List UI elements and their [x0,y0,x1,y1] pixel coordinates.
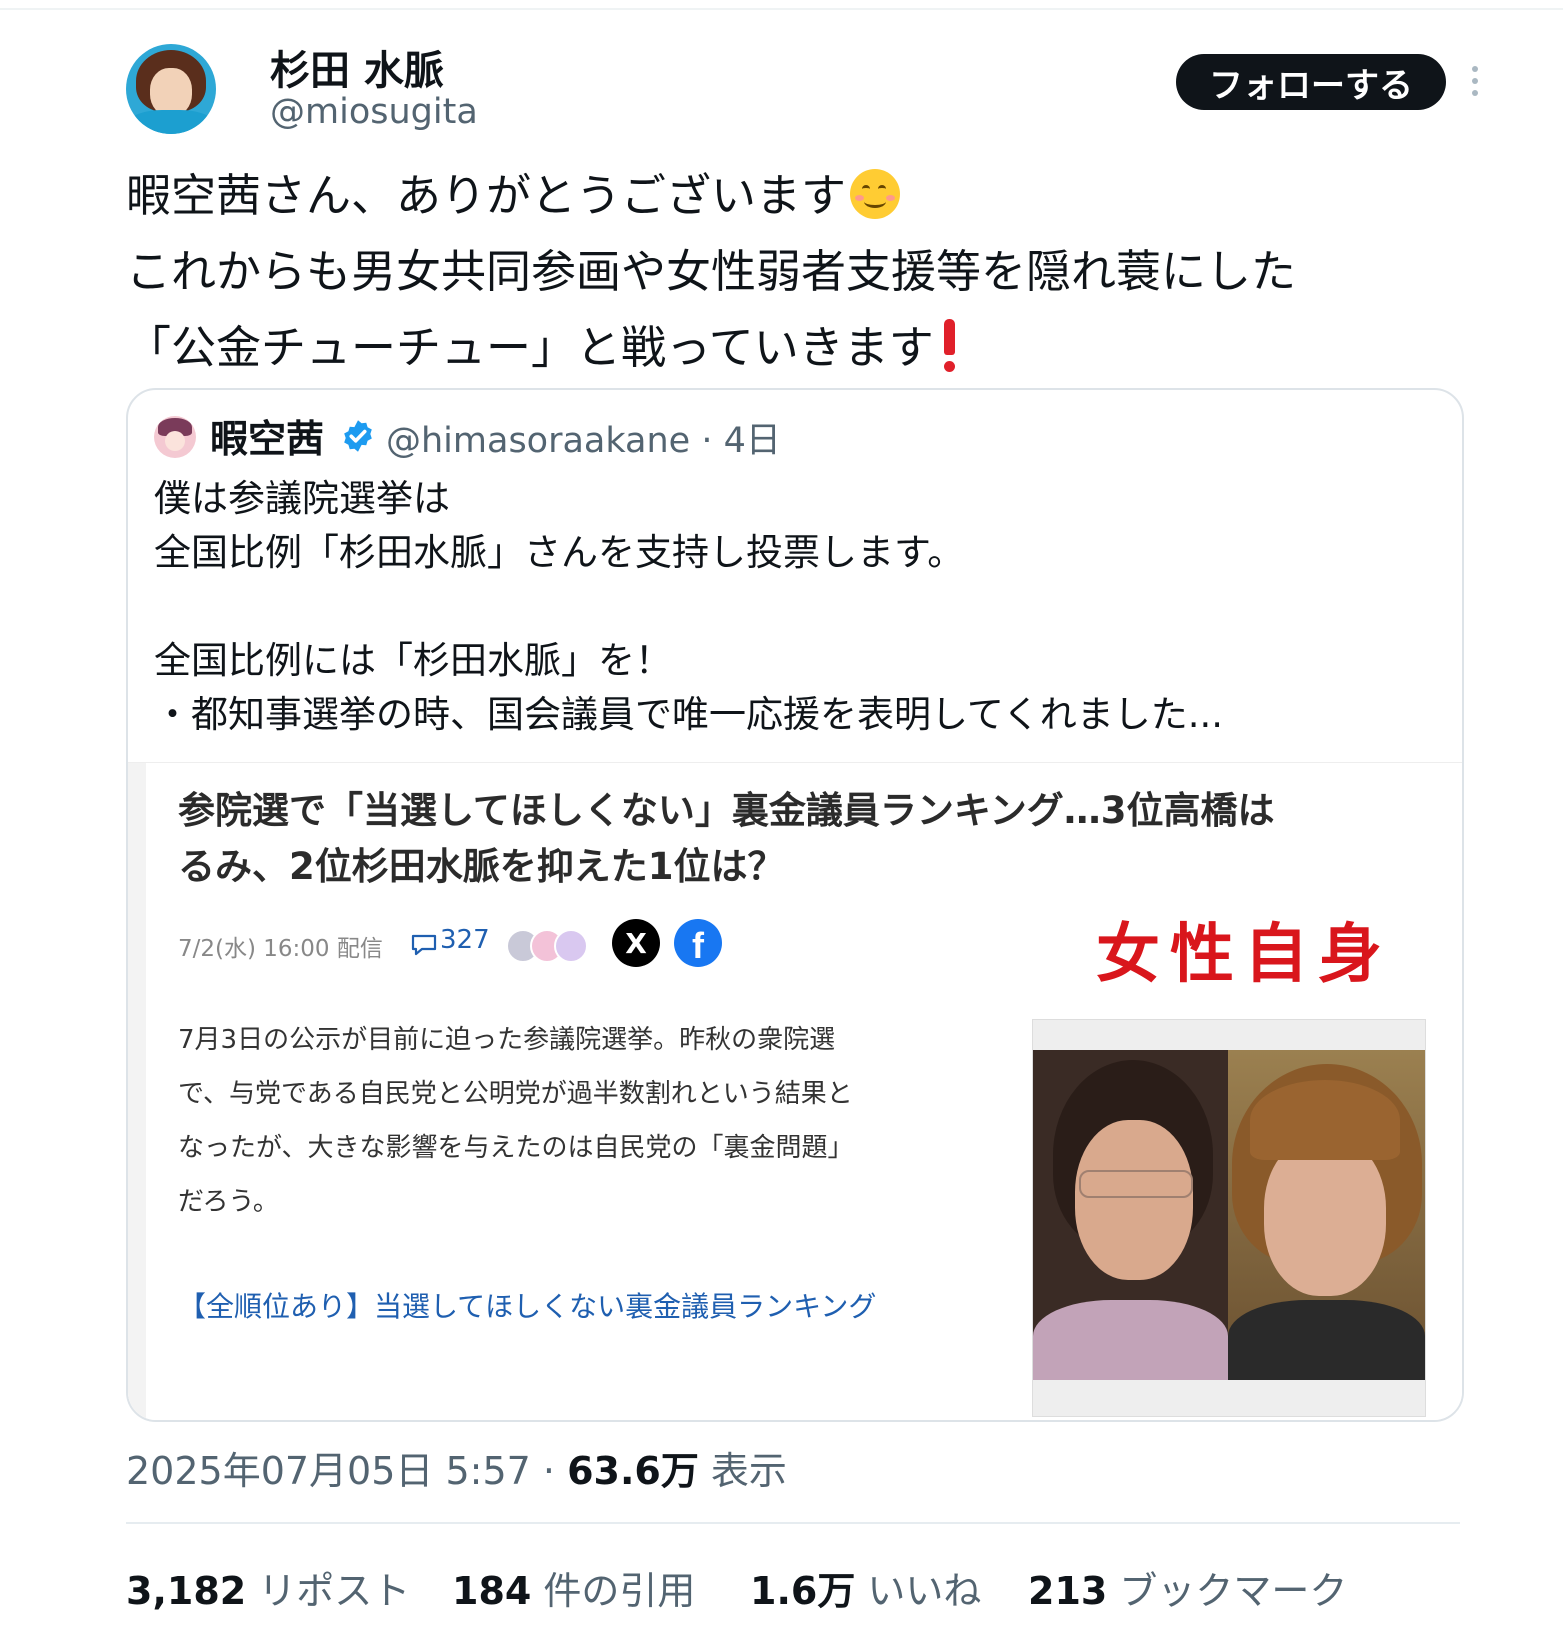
quote-stat[interactable]: 184 件の引用 [452,1560,695,1615]
quoted-author-handle-time: @himasoraakane · 4日 [386,421,781,461]
tweet-line: 「公金チューチュー」と戦っていきます [126,310,1456,386]
repost-stat[interactable]: 3,182 リポスト [126,1560,410,1615]
quoted-tweet-card[interactable]: 暇空茜 @himasoraakane · 4日 僕は参議院選挙は 全国比例「杉田… [126,388,1464,1422]
tweet-meta: 2025年07月05日 5:57 · 63.6万 表示 [126,1440,787,1495]
article-ranking-link: 【全順位あり】当選してほしくない裏金議員ランキング [178,1290,877,1323]
tweet-text: 暇空茜さん、ありがとうございます これからも男女共同参画や女性弱者支援等を隠れ蓑… [126,158,1456,386]
tweet-line: 暇空茜さん、ありがとうございます [126,158,1456,234]
tweet-datetime[interactable]: 2025年07月05日 5:57 · [126,1449,567,1493]
publisher-logo: 女性自身 [1096,917,1392,992]
article-body: 7月3日の公示が目前に迫った参議院選挙。昨秋の衆院選 で、与党である自民党と公明… [178,1025,854,1217]
author-handle[interactable]: @miosugita [270,92,478,132]
facebook-share-icon: f [674,919,722,967]
verified-badge-icon [344,420,372,452]
portrait-left [1033,1050,1228,1380]
article-date: 7/2(水) 16:00 配信 [178,936,383,962]
author-avatar[interactable] [126,44,216,134]
view-label: 表示 [698,1449,787,1493]
article-left-border [128,763,146,1420]
top-divider [0,8,1563,10]
stats-divider [126,1522,1460,1524]
quoted-tweet-text: 僕は参議院選挙は 全国比例「杉田水脈」さんを支持し投票します。 全国比例には「杉… [154,477,1224,736]
quoted-author-name: 暇空茜 [210,417,325,461]
x-share-icon: X [612,919,660,967]
follow-button[interactable]: フォローする [1176,54,1446,110]
reaction-avatars [506,929,596,963]
bookmark-stat[interactable]: 213 ブックマーク [1028,1560,1347,1615]
author-name[interactable]: 杉田 水脈 [270,38,444,96]
view-count: 63.6万 [567,1449,699,1493]
comment-count: 327 [440,925,490,955]
comment-icon [411,934,437,956]
article-title: 参院選で「当選してほしくない」裏金議員ランキング…3位高橋は るみ、2位杉田水脈… [178,789,1275,888]
quoted-author-avatar [154,416,196,458]
article-screenshot[interactable]: 参院選で「当選してほしくない」裏金議員ランキング…3位高橋は るみ、2位杉田水脈… [128,762,1462,1420]
like-stat[interactable]: 1.6万 いいね [750,1560,981,1615]
smiling-face-emoji-icon [850,169,901,219]
portrait-right [1228,1050,1425,1380]
tweet-line: これからも男女共同参画や女性弱者支援等を隠れ蓑にした [126,245,1297,298]
red-exclamation-emoji-icon [940,319,958,373]
more-options-icon[interactable] [1472,66,1480,98]
article-photo [1032,1019,1426,1417]
